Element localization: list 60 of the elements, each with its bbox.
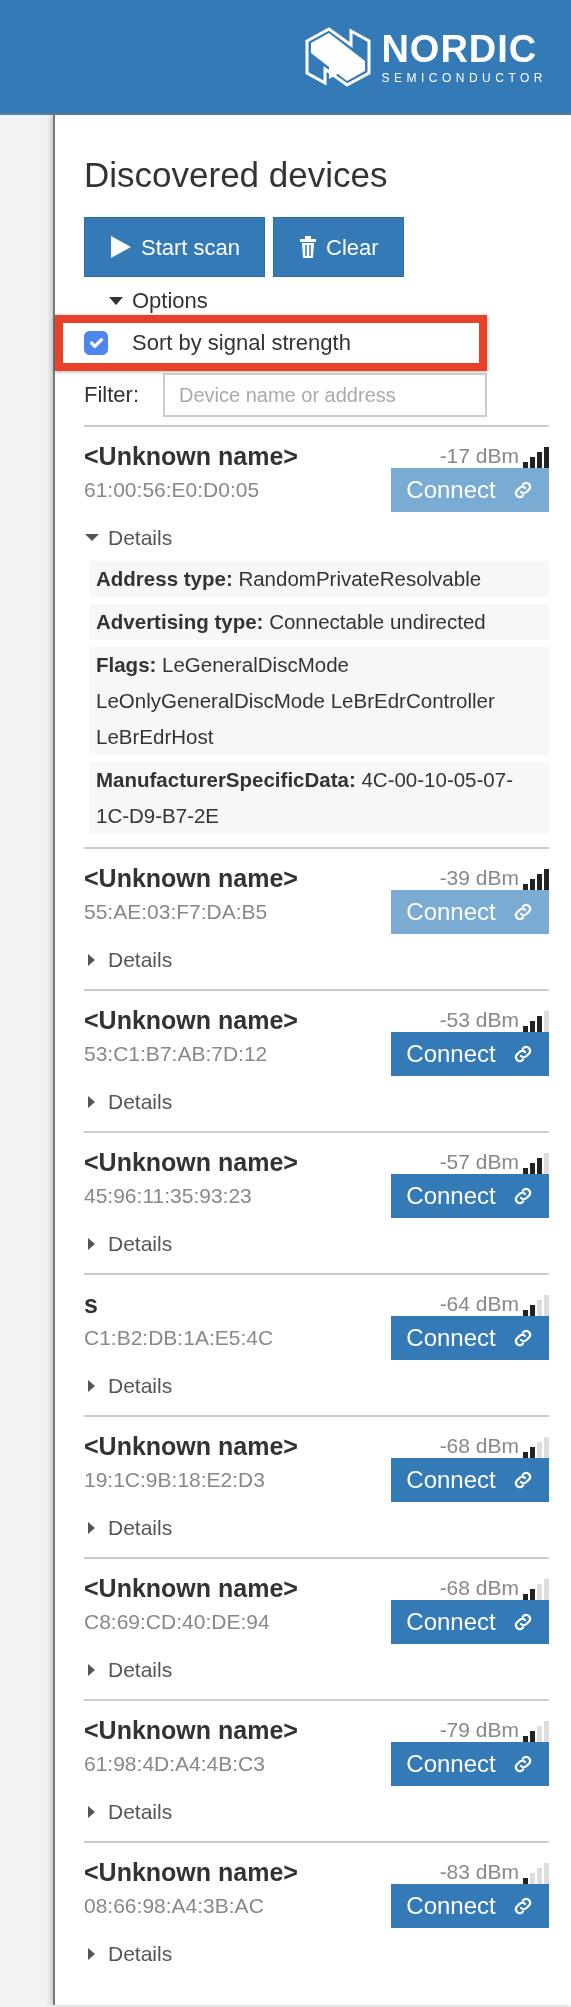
options-toggle[interactable]: Options <box>108 287 549 315</box>
device-address: 53:C1:B7:AB:7D:12 <box>84 1041 268 1068</box>
signal-reading: -53 dBm <box>439 1007 519 1034</box>
detail-row: Address type: RandomPrivateResolvable <box>90 561 549 597</box>
details-toggle[interactable]: Details <box>84 1938 549 1970</box>
device-address: 19:1C:9B:18:E2:D3 <box>84 1467 265 1494</box>
signal-reading: -17 dBm <box>439 443 519 470</box>
device-name: <Unknown name> <box>84 1147 298 1178</box>
details-toggle[interactable]: Details <box>84 1654 549 1686</box>
signal-reading: -79 dBm <box>439 1717 519 1744</box>
details-toggle[interactable]: Details <box>84 1086 549 1118</box>
device-name: <Unknown name> <box>84 441 298 472</box>
sort-checkbox[interactable] <box>84 331 108 355</box>
details-toggle[interactable]: Details <box>84 1228 549 1260</box>
trash-icon <box>298 235 319 259</box>
detail-row: Advertising type: Connectable undirected <box>90 604 549 640</box>
start-scan-button[interactable]: Start scan <box>84 217 266 277</box>
device-address: C1:B2:DB:1A:E5:4C <box>84 1325 274 1352</box>
connect-button[interactable]: Connect <box>391 1600 549 1644</box>
details-toggle[interactable]: Details <box>84 944 549 976</box>
signal-reading: -68 dBm <box>439 1575 519 1602</box>
logo-text: NORDIC <box>381 29 539 68</box>
device-name: <Unknown name> <box>84 1431 298 1462</box>
connect-button[interactable]: Connect <box>391 1742 549 1786</box>
device-address: 61:00:56:E0:D0:05 <box>84 477 260 504</box>
device-address: C8:69:CD:40:DE:94 <box>84 1609 270 1636</box>
device-name: <Unknown name> <box>84 1573 298 1604</box>
details-toggle[interactable]: Details <box>84 1370 549 1402</box>
signal-reading: -39 dBm <box>439 865 519 892</box>
logo-subtitle: SEMICONDUCTOR <box>381 71 547 84</box>
filter-field[interactable]: Device name or address <box>163 373 487 417</box>
device-name: <Unknown name> <box>84 1857 298 1888</box>
device-name: <Unknown name> <box>84 1715 298 1746</box>
detail-row: ManufacturerSpecificData: 4C-00-10-05-07-1C-D9-B7-2E <box>90 762 549 834</box>
checkbox-label: Sort by signal strength <box>132 329 351 357</box>
details-toggle[interactable]: Details <box>84 1796 549 1828</box>
signal-reading: -68 dBm <box>439 1433 519 1460</box>
connect-button[interactable]: Connect <box>391 1174 549 1218</box>
device-name: s <box>84 1289 98 1320</box>
clear-button[interactable]: Clear <box>273 217 404 277</box>
device-address: 45:96:11:35:93:23 <box>84 1183 252 1210</box>
device-address: 61:98:4D:A4:4B:C3 <box>84 1751 265 1778</box>
details-toggle[interactable]: Details <box>84 522 549 554</box>
details-toggle[interactable]: Details <box>84 1512 549 1544</box>
logo-icon <box>303 26 374 87</box>
play-icon <box>109 234 133 260</box>
connect-button[interactable]: Connect <box>391 1032 549 1076</box>
filter-label: Filter: <box>84 381 139 409</box>
connect-button[interactable]: Connect <box>391 1458 549 1502</box>
page-title: Discovered devices <box>84 155 389 195</box>
connect-button[interactable]: Connect <box>391 1316 549 1360</box>
detail-row: Flags: LeGeneralDiscMode LeOnlyGeneralDiscMode LeBrEdrController LeBrEdrHost <box>90 647 549 755</box>
device-name: <Unknown name> <box>84 1005 298 1036</box>
signal-reading: -57 dBm <box>439 1149 519 1176</box>
connect-button[interactable]: Connect <box>391 1884 549 1928</box>
device-name: <Unknown name> <box>84 863 298 894</box>
device-address: 55:AE:03:F7:DA:B5 <box>84 899 268 926</box>
signal-reading: -64 dBm <box>439 1291 519 1318</box>
device-address: 08:66:98:A4:3B:AC <box>84 1893 264 1920</box>
signal-reading: -83 dBm <box>439 1859 519 1886</box>
